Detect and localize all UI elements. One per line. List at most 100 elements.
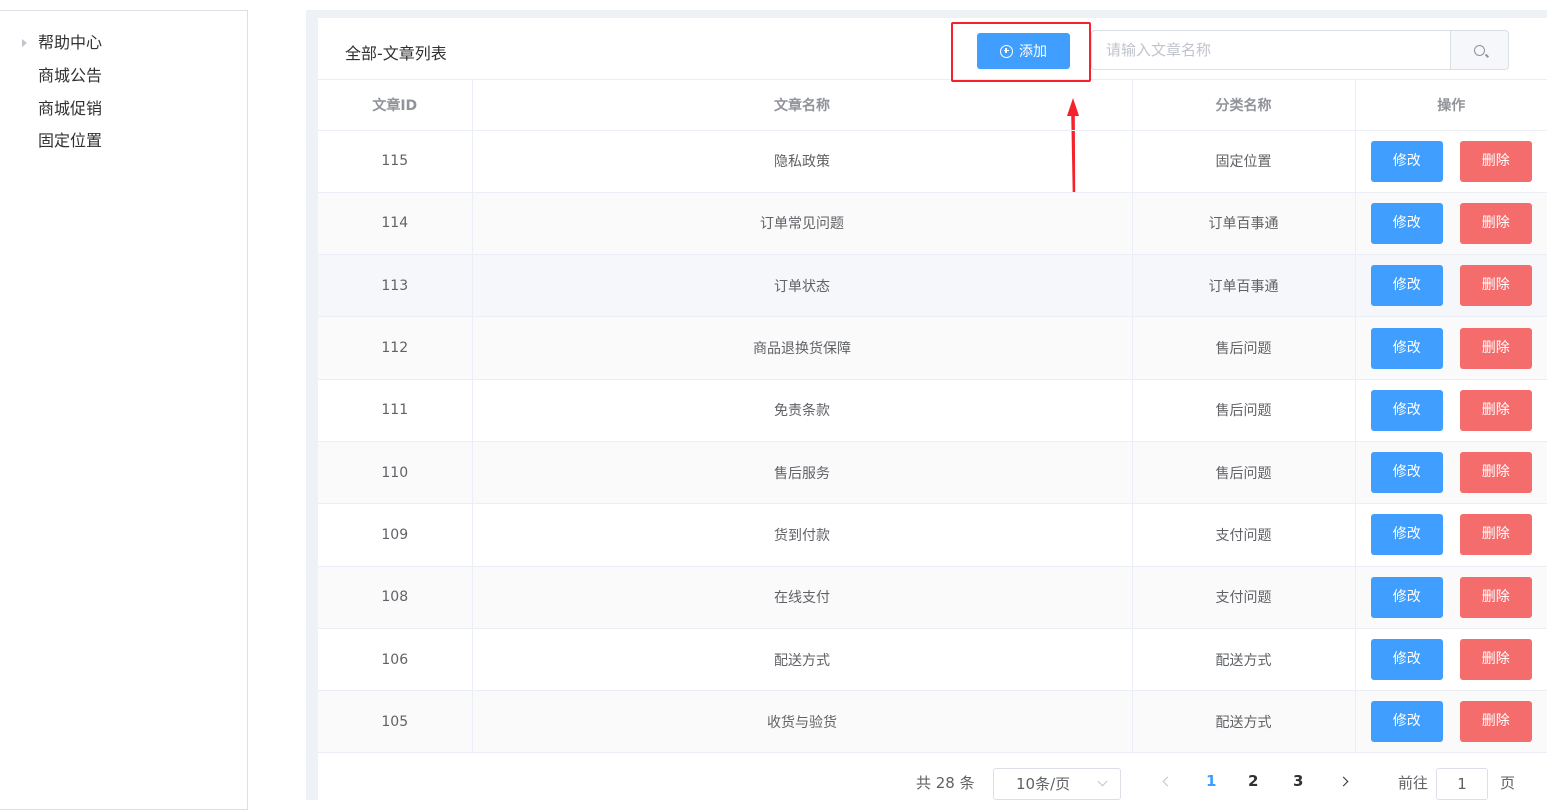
cell-actions: 修改 删除 — [1355, 628, 1547, 692]
cell-id: 110 — [318, 441, 473, 505]
cell-category: 售后问题 — [1132, 316, 1356, 380]
cell-actions: 修改 删除 — [1355, 690, 1547, 754]
table-row: 114 订单常见问题 订单百事通 修改 删除 — [318, 192, 1547, 256]
cell-actions: 修改 删除 — [1355, 254, 1547, 318]
pagination: 共 28 条 10条/页 1 2 3 前往 页 — [318, 766, 1547, 800]
edit-button[interactable]: 修改 — [1370, 140, 1443, 182]
edit-button[interactable]: 修改 — [1370, 452, 1443, 494]
page-number-3[interactable]: 3 — [1293, 772, 1303, 790]
add-article-button[interactable]: 添加 — [977, 33, 1070, 69]
delete-button[interactable]: 删除 — [1459, 514, 1532, 556]
cell-name: 商品退换货保障 — [472, 316, 1133, 380]
sidebar-tree: 帮助中心 商城公告 商城促销 固定位置 — [0, 10, 248, 810]
table-row: 108 在线支付 支付问题 修改 删除 — [318, 566, 1547, 629]
edit-button[interactable]: 修改 — [1370, 265, 1443, 307]
cell-category: 订单百事通 — [1132, 192, 1356, 256]
search-button[interactable] — [1450, 30, 1509, 70]
cell-name: 订单状态 — [472, 254, 1133, 318]
table-row: 113 订单状态 订单百事通 修改 删除 — [318, 254, 1547, 318]
delete-button[interactable]: 删除 — [1459, 576, 1532, 618]
page-size-select[interactable]: 10条/页 — [993, 768, 1121, 800]
prev-page-icon[interactable] — [1162, 776, 1173, 787]
cell-name: 货到付款 — [472, 503, 1133, 567]
cell-name: 免责条款 — [472, 379, 1133, 442]
edit-button[interactable]: 修改 — [1370, 389, 1443, 431]
article-table: 文章ID 文章名称 分类名称 操作 115 隐私政策 固定位置 修改 删除 114… — [318, 80, 1547, 754]
delete-button[interactable]: 删除 — [1459, 389, 1532, 431]
table-row: 109 货到付款 支付问题 修改 删除 — [318, 503, 1547, 567]
cell-category: 固定位置 — [1132, 130, 1356, 193]
tree-item-help-center[interactable]: 帮助中心 — [22, 32, 103, 54]
cell-actions: 修改 删除 — [1355, 503, 1547, 567]
cell-category: 配送方式 — [1132, 690, 1356, 754]
delete-button[interactable]: 删除 — [1459, 452, 1532, 494]
card-header: 全部-文章列表 添加 — [318, 18, 1547, 82]
cell-name: 订单常见问题 — [472, 192, 1133, 256]
cell-name: 售后服务 — [472, 441, 1133, 505]
table-row: 106 配送方式 配送方式 修改 删除 — [318, 628, 1547, 692]
delete-button[interactable]: 删除 — [1459, 265, 1532, 307]
cell-actions: 修改 删除 — [1355, 192, 1547, 256]
article-list-card: 全部-文章列表 添加 文章ID 文章名称 分类名称 — [318, 18, 1547, 800]
delete-button[interactable]: 删除 — [1459, 140, 1532, 182]
cell-name: 在线支付 — [472, 566, 1133, 629]
circle-plus-icon — [1000, 44, 1013, 58]
cell-id: 115 — [318, 130, 473, 193]
edit-button[interactable]: 修改 — [1370, 327, 1443, 369]
page-title: 全部-文章列表 — [345, 44, 447, 63]
column-header-id: 文章ID — [318, 80, 473, 131]
add-button-label: 添加 — [1019, 44, 1047, 60]
delete-button[interactable]: 删除 — [1459, 701, 1532, 743]
cell-actions: 修改 删除 — [1355, 316, 1547, 380]
delete-button[interactable]: 删除 — [1459, 639, 1532, 681]
main-panel: 全部-文章列表 添加 文章ID 文章名称 分类名称 — [306, 10, 1547, 800]
goto-page-input[interactable] — [1436, 768, 1488, 800]
cell-name: 收货与验货 — [472, 690, 1133, 754]
tree-item-label: 商城公告 — [38, 66, 103, 85]
tree-item-label: 商城促销 — [38, 99, 103, 118]
table-row: 105 收货与验货 配送方式 修改 删除 — [318, 690, 1547, 754]
edit-button[interactable]: 修改 — [1370, 576, 1443, 618]
tree-item-label: 固定位置 — [38, 131, 103, 150]
cell-actions: 修改 删除 — [1355, 566, 1547, 629]
cell-id: 114 — [318, 192, 473, 256]
table-header-row: 文章ID 文章名称 分类名称 操作 — [318, 80, 1547, 131]
cell-id: 106 — [318, 628, 473, 692]
cell-id: 112 — [318, 316, 473, 380]
cell-category: 售后问题 — [1132, 379, 1356, 442]
cell-category: 支付问题 — [1132, 503, 1356, 567]
table-row: 112 商品退换货保障 售后问题 修改 删除 — [318, 316, 1547, 380]
page-number-1[interactable]: 1 — [1206, 772, 1216, 790]
cell-category: 售后问题 — [1132, 441, 1356, 505]
chevron-down-icon — [1097, 776, 1108, 787]
tree-item-announcements[interactable]: 商城公告 — [38, 65, 102, 87]
page-size-value: 10条/页 — [1016, 775, 1071, 793]
delete-button[interactable]: 删除 — [1459, 327, 1532, 369]
column-header-category: 分类名称 — [1132, 80, 1356, 131]
cell-category: 订单百事通 — [1132, 254, 1356, 318]
tree-item-label: 帮助中心 — [38, 33, 103, 52]
tree-item-promotions[interactable]: 商城促销 — [38, 98, 102, 120]
table-row: 110 售后服务 售后问题 修改 删除 — [318, 441, 1547, 505]
cell-id: 108 — [318, 566, 473, 629]
cell-category: 配送方式 — [1132, 628, 1356, 692]
edit-button[interactable]: 修改 — [1370, 514, 1443, 556]
search-input[interactable] — [1091, 30, 1451, 70]
search-icon — [1474, 44, 1485, 56]
edit-button[interactable]: 修改 — [1370, 701, 1443, 743]
cell-name: 隐私政策 — [472, 130, 1133, 193]
cell-actions: 修改 删除 — [1355, 130, 1547, 193]
caret-right-icon[interactable] — [22, 39, 27, 47]
cell-id: 113 — [318, 254, 473, 318]
cell-actions: 修改 删除 — [1355, 441, 1547, 505]
page-number-2[interactable]: 2 — [1248, 772, 1258, 790]
cell-category: 支付问题 — [1132, 566, 1356, 629]
table-row: 115 隐私政策 固定位置 修改 删除 — [318, 130, 1547, 193]
cell-id: 105 — [318, 690, 473, 754]
next-page-icon[interactable] — [1338, 776, 1349, 787]
delete-button[interactable]: 删除 — [1459, 202, 1532, 244]
edit-button[interactable]: 修改 — [1370, 202, 1443, 244]
tree-item-fixed-position[interactable]: 固定位置 — [38, 130, 102, 152]
edit-button[interactable]: 修改 — [1370, 639, 1443, 681]
cell-id: 111 — [318, 379, 473, 442]
